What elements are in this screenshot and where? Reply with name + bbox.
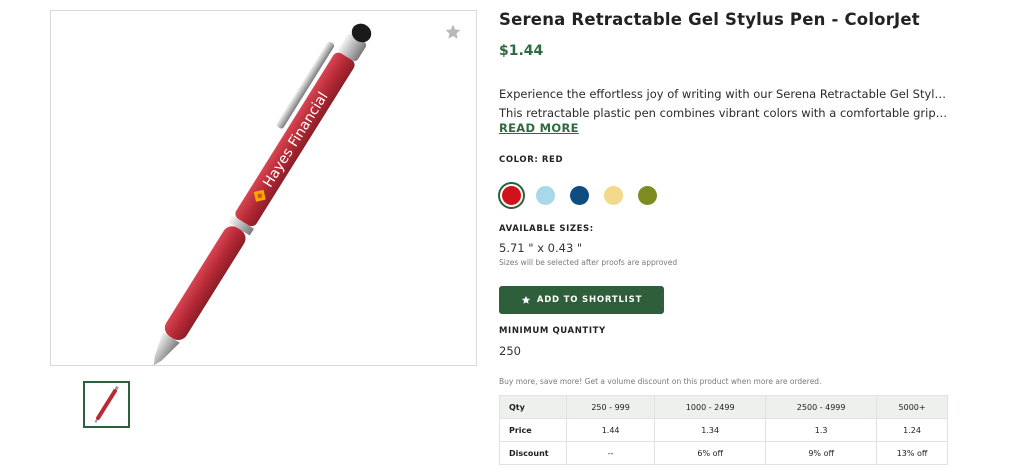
swatch-olive[interactable] (638, 186, 657, 205)
min-quantity-value: 250 (499, 344, 521, 358)
pricing-table: Qty 250 - 999 1000 - 2499 2500 - 4999 50… (499, 395, 948, 465)
swatch-light-blue[interactable] (536, 186, 555, 205)
swatch-navy-blue[interactable] (570, 186, 589, 205)
sizes-label: AVAILABLE SIZES: (499, 224, 594, 234)
row-label-discount: Discount (499, 441, 567, 465)
discount-cell: 9% off (765, 441, 878, 465)
table-row: Price 1.44 1.34 1.3 1.24 (499, 418, 948, 442)
description-line-1: Experience the effortless joy of writing… (499, 87, 949, 101)
product-title: Serena Retractable Gel Stylus Pen - Colo… (499, 10, 920, 29)
header-qty: Qty (499, 395, 567, 419)
min-quantity-label: MINIMUM QUANTITY (499, 326, 606, 336)
product-image[interactable]: Hayes Financial (50, 10, 477, 366)
add-to-shortlist-button[interactable]: ADD TO SHORTLIST (499, 286, 664, 314)
table-header-row: Qty 250 - 999 1000 - 2499 2500 - 4999 50… (499, 395, 948, 419)
discount-cell: -- (565, 441, 656, 465)
read-more-link[interactable]: READ MORE (499, 121, 579, 135)
swatch-red[interactable] (498, 182, 525, 209)
discount-note: Buy more, save more! Get a volume discou… (499, 377, 822, 386)
color-label: COLOR: RED (499, 155, 564, 165)
star-icon (521, 295, 530, 304)
size-value: 5.71 " x 0.43 " (499, 241, 583, 255)
discount-cell: 6% off (654, 441, 767, 465)
pen-illustration: Hayes Financial (153, 23, 372, 366)
product-description: Experience the effortless joy of writing… (499, 85, 949, 123)
shortlist-button-label: ADD TO SHORTLIST (536, 295, 643, 305)
table-row: Discount -- 6% off 9% off 13% off (499, 441, 948, 465)
product-thumbnail[interactable] (83, 381, 130, 428)
discount-cell: 13% off (876, 441, 948, 465)
product-price: $1.44 (499, 43, 544, 59)
price-cell: 1.44 (565, 418, 656, 442)
price-cell: 1.34 (654, 418, 767, 442)
header-tier-4: 5000+ (876, 395, 948, 419)
favorite-star-icon[interactable] (444, 23, 462, 41)
size-note: Sizes will be selected after proofs are … (499, 258, 678, 267)
pen-thumbnail-image (94, 385, 119, 423)
row-label-price: Price (499, 418, 567, 442)
header-tier-3: 2500 - 4999 (765, 395, 878, 419)
header-tier-1: 250 - 999 (565, 395, 656, 419)
price-cell: 1.24 (876, 418, 948, 442)
price-cell: 1.3 (765, 418, 878, 442)
swatch-yellow[interactable] (604, 186, 623, 205)
header-tier-2: 1000 - 2499 (654, 395, 767, 419)
